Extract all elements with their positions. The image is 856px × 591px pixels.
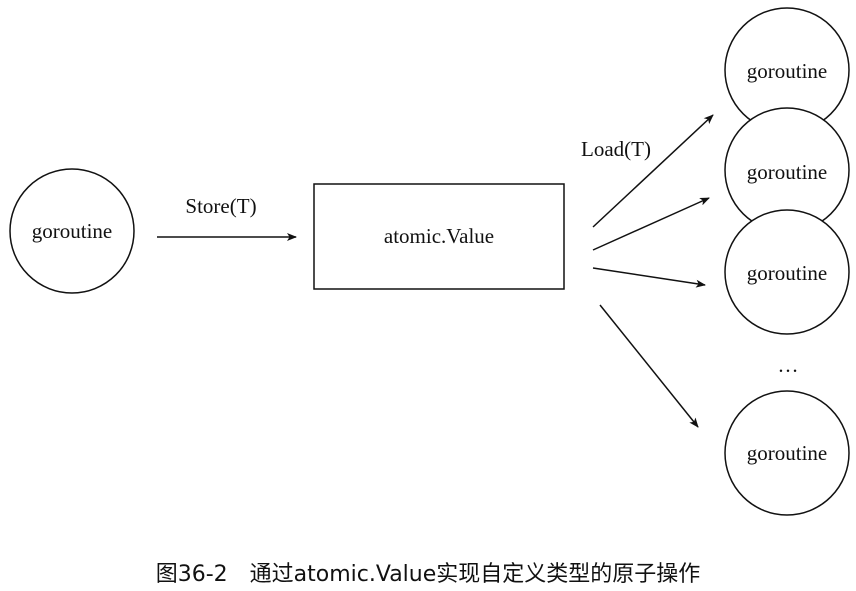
reader-goroutine-label: goroutine — [747, 59, 827, 83]
load-arrow-3 — [592, 267, 706, 288]
atomic-value-label: atomic.Value — [384, 224, 494, 248]
figure-caption: 图36-2 通过atomic.Value实现自定义类型的原子操作 — [155, 562, 701, 587]
reader-goroutine-label: goroutine — [747, 261, 827, 285]
load-arrow-1 — [592, 114, 714, 228]
store-edge: Store(T) — [157, 194, 297, 241]
load-arrow-2 — [592, 197, 710, 251]
store-label: Store(T) — [185, 194, 256, 218]
source-goroutine-node: goroutine — [9, 168, 135, 294]
reader-goroutine-label: goroutine — [747, 160, 827, 184]
source-goroutine-label: goroutine — [32, 219, 112, 243]
diagram: goroutine Store(T) atomic.Value Load(T) … — [9, 7, 850, 516]
reader-goroutine-node: goroutine — [724, 209, 850, 335]
load-label: Load(T) — [581, 137, 651, 161]
load-edges — [592, 114, 714, 428]
load-arrow-4 — [599, 304, 699, 428]
reader-goroutine-label: goroutine — [747, 441, 827, 465]
reader-goroutine-node: goroutine — [724, 390, 850, 516]
ellipsis: … — [778, 353, 799, 377]
atomic-value-node: atomic.Value — [313, 183, 565, 290]
